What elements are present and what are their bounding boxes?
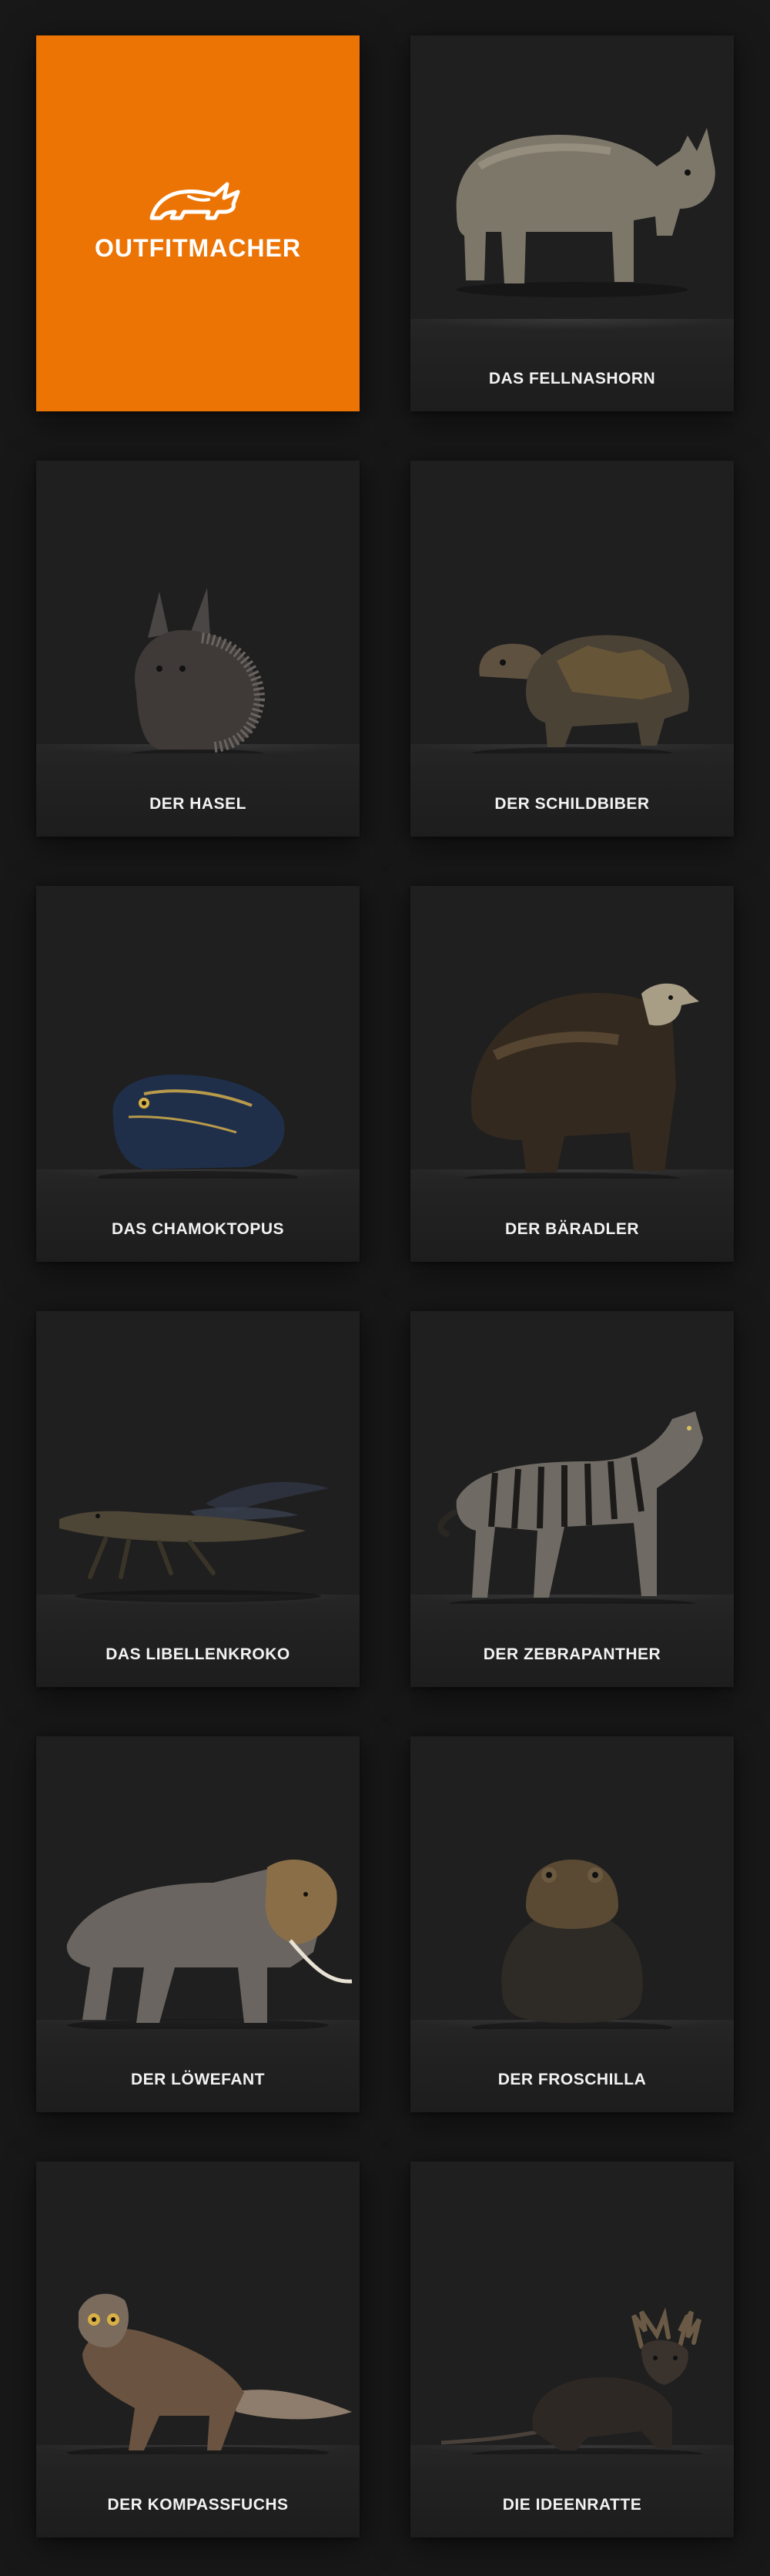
- frog-gorilla-icon: [472, 1860, 672, 2029]
- stage-floor: [36, 1169, 360, 1262]
- animal-card[interactable]: DER LÖWEFANT: [36, 1736, 360, 2112]
- animal-card[interactable]: DER BÄRADLER: [410, 886, 734, 1262]
- animal-card[interactable]: DAS FELLNASHORN: [410, 35, 734, 411]
- lion-elephant-icon: [66, 1860, 353, 2029]
- rhino-logo-icon: [149, 182, 240, 220]
- zebra-panther-icon: [437, 1411, 703, 1604]
- stage-floor: [410, 319, 734, 411]
- moose-rat-icon: [440, 2307, 703, 2454]
- stage-floor: [410, 2020, 734, 2112]
- card-title: DER HASEL: [149, 795, 246, 813]
- animal-card[interactable]: DAS CHAMOKTOPUS: [36, 886, 360, 1262]
- rhino-icon: [456, 128, 715, 297]
- card-title: DER KOMPASSFUCHS: [107, 2496, 289, 2514]
- stage-floor: [36, 1595, 360, 1687]
- animal-card[interactable]: DER SCHILDBIBER: [410, 461, 734, 837]
- stage-floor: [410, 1169, 734, 1262]
- stage-floor: [36, 2445, 360, 2537]
- brand-card[interactable]: OUTFITMACHER: [36, 35, 360, 411]
- card-title: DER BÄRADLER: [505, 1220, 639, 1238]
- animal-card[interactable]: DER FROSCHILLA: [410, 1736, 734, 2112]
- brand-logo: OUTFITMACHER: [36, 178, 360, 263]
- owl-fox-icon: [67, 2293, 352, 2454]
- turtle-beaver-icon: [472, 635, 689, 753]
- animal-card[interactable]: DIE IDEENRATTE: [410, 2162, 734, 2537]
- bear-eagle-icon: [464, 983, 699, 1179]
- dragonfly-crocodile-icon: [59, 1481, 329, 1602]
- animal-card[interactable]: DER KOMPASSFUCHS: [36, 2162, 360, 2537]
- stage-floor: [36, 744, 360, 837]
- card-title: DAS FELLNASHORN: [488, 370, 656, 387]
- card-title: DIE IDEENRATTE: [502, 2496, 642, 2514]
- card-title: DAS CHAMOKTOPUS: [111, 1220, 285, 1238]
- card-title: DER ZEBRAPANTHER: [483, 1645, 661, 1663]
- animal-gallery: OUTFITMACHER DAS FELLNASHORN DER HASEL D…: [0, 0, 770, 2576]
- animal-card[interactable]: DER ZEBRAPANTHER: [410, 1311, 734, 1687]
- animal-card[interactable]: DAS LIBELLENKROKO: [36, 1311, 360, 1687]
- card-title: DER FROSCHILLA: [497, 2071, 647, 2088]
- card-title: DAS LIBELLENKROKO: [105, 1645, 290, 1663]
- hedgehog-rabbit-icon: [130, 588, 266, 753]
- stage-floor: [410, 2445, 734, 2537]
- stage-floor: [410, 744, 734, 837]
- stage-floor: [410, 1595, 734, 1687]
- card-title: DER SCHILDBIBER: [494, 795, 650, 813]
- card-title: DER LÖWEFANT: [131, 2071, 265, 2088]
- stage-floor: [36, 2020, 360, 2112]
- brand-name: OUTFITMACHER: [95, 234, 301, 262]
- animal-card[interactable]: DER HASEL: [36, 461, 360, 837]
- chameleon-octopus-icon: [98, 1075, 298, 1179]
